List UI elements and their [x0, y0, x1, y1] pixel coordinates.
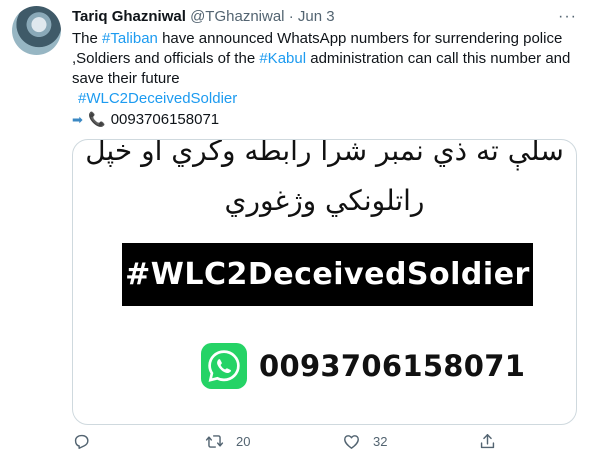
pashto-text-line-1: سلې ته ذي نمبر شرا رابطه وكري او خپل	[85, 139, 564, 167]
like-button[interactable]: 32	[342, 432, 387, 451]
text-fragment: ,Soldiers and officials of the	[72, 50, 260, 67]
author-avatar[interactable]	[12, 6, 61, 55]
author-handle[interactable]: @TGhazniwal	[190, 8, 284, 25]
tweet-actions-bar: 20 32	[72, 432, 572, 460]
hashtag-wlc-link[interactable]: #WLC2DeceivedSoldier	[78, 90, 237, 107]
phone-emoji-icon: 📞	[88, 111, 106, 127]
author-name[interactable]: Tariq Ghazniwal	[72, 8, 186, 25]
pashto-text-line-2: راتلونكي وژغوري	[224, 184, 425, 217]
hashtag-taliban-link[interactable]: #Taliban	[102, 30, 158, 47]
hashtag-kabul-link[interactable]: #Kabul	[259, 50, 306, 67]
tweet-text-line-3: save their future	[72, 70, 180, 87]
tweet-date[interactable]: Jun 3	[298, 8, 335, 25]
heart-icon	[344, 435, 359, 449]
share-icon	[480, 434, 495, 449]
banner-hashtag-text: #WLC2DeceivedSoldier	[125, 257, 530, 292]
tweet-text-line-1: The #Taliban have announced WhatsApp num…	[72, 29, 582, 49]
more-options-icon[interactable]: ···	[558, 8, 577, 26]
tweet-text-line-5: ➡ 📞 0093706158071	[72, 109, 582, 130]
tweet-header: Tariq Ghazniwal @TGhazniwal · Jun 3	[72, 7, 335, 27]
tweet-media-image[interactable]: سلې ته ذي نمبر شرا رابطه وكري او خپل رات…	[72, 139, 577, 425]
whatsapp-icon	[201, 343, 247, 389]
tweet-text: The #Taliban have announced WhatsApp num…	[72, 29, 582, 130]
tweet-text-line-2: ,Soldiers and officials of the #Kabul ad…	[72, 49, 582, 69]
phone-number-text: 0093706158071	[110, 111, 220, 128]
like-count: 32	[373, 434, 388, 449]
retweet-count: 20	[236, 434, 251, 449]
share-button[interactable]	[478, 432, 497, 451]
whatsapp-contact-row: 0093706158071	[201, 343, 525, 389]
retweet-icon	[205, 435, 224, 448]
text-fragment: have announced WhatsApp numbers for surr…	[157, 30, 563, 47]
reply-button[interactable]	[72, 432, 91, 451]
tweet-text-line-4: #WLC2DeceivedSoldier	[72, 89, 582, 109]
header-separator: ·	[288, 8, 294, 25]
hashtag-banner: #WLC2DeceivedSoldier	[122, 243, 533, 306]
reply-icon	[74, 434, 89, 449]
right-arrow-emoji-icon: ➡	[72, 112, 83, 127]
text-fragment: administration can call this number and	[306, 50, 571, 67]
retweet-button[interactable]: 20	[205, 432, 250, 451]
text-fragment: The	[72, 30, 103, 47]
whatsapp-number: 0093706158071	[259, 349, 526, 383]
